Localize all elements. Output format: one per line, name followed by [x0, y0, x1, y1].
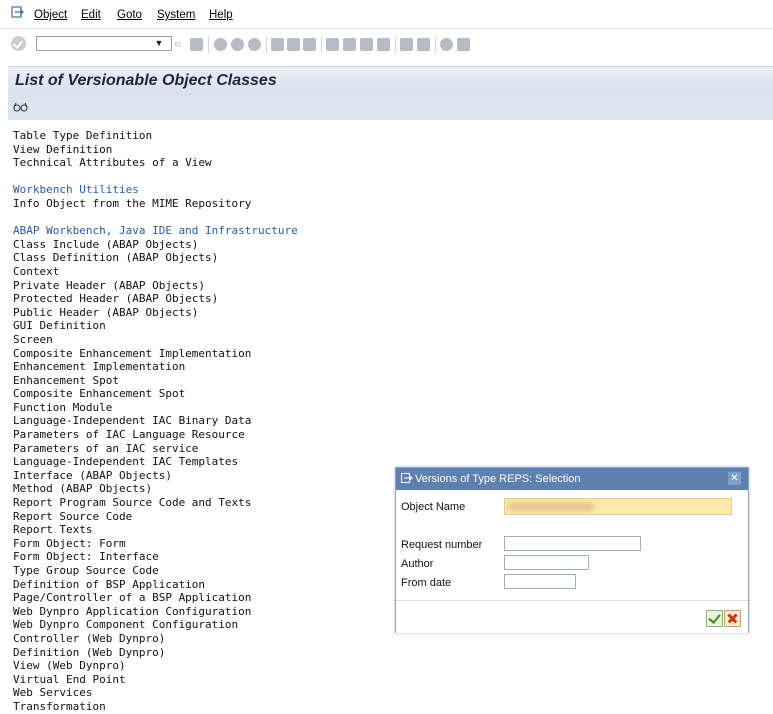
list-item[interactable]: Web Services — [13, 686, 393, 700]
author-field[interactable] — [504, 555, 589, 570]
menu-help[interactable]: Help — [209, 9, 233, 21]
list-item[interactable]: Protected Header (ABAP Objects) — [13, 292, 393, 306]
close-icon[interactable]: ✕ — [728, 472, 741, 485]
list-item[interactable]: Language-Independent IAC Binary Data — [13, 414, 393, 428]
list-item[interactable]: Web Dynpro Application Configuration — [13, 605, 393, 619]
confirm-button[interactable] — [706, 610, 723, 627]
list-item[interactable]: Interface (ABAP Objects) — [13, 469, 393, 483]
object-name-label: Object Name — [401, 501, 466, 513]
save-icon[interactable] — [190, 38, 203, 51]
list-item[interactable]: Info Object from the MIME Repository — [13, 197, 393, 211]
previous-page-icon[interactable] — [343, 38, 356, 51]
list-item[interactable]: Table Type Definition — [13, 129, 393, 143]
list-item[interactable]: View Definition — [13, 143, 393, 157]
back-icon[interactable] — [214, 38, 227, 51]
menu-icon[interactable] — [11, 6, 25, 20]
list-item[interactable]: Method (ABAP Objects) — [13, 482, 393, 496]
request-number-field[interactable] — [504, 536, 641, 551]
last-page-icon[interactable] — [377, 38, 390, 51]
page-title: List of Versionable Object Classes — [15, 72, 277, 89]
double-chevron-left-icon[interactable]: « — [174, 37, 181, 50]
from-date-field[interactable] — [504, 574, 576, 589]
display-glasses-icon[interactable] — [13, 101, 29, 113]
list-item[interactable]: View (Web Dynpro) — [13, 659, 393, 673]
list-item[interactable]: Report Source Code — [13, 510, 393, 524]
list-item[interactable]: Context — [13, 265, 393, 279]
cancel-button[interactable] — [724, 610, 741, 627]
cancel-icon[interactable] — [248, 38, 261, 51]
list-item[interactable]: Language-Independent IAC Templates — [13, 455, 393, 469]
list-item[interactable]: Report Program Source Code and Texts — [13, 496, 393, 510]
list-item[interactable]: Report Texts — [13, 523, 393, 537]
help-icon[interactable] — [440, 38, 453, 51]
list-item[interactable]: Class Definition (ABAP Objects) — [13, 251, 393, 265]
system-toolbar: ▼ « — [0, 29, 773, 59]
dialog-window-icon — [401, 473, 413, 483]
list-item[interactable]: Virtual End Point — [13, 673, 393, 687]
list-item[interactable]: Class Include (ABAP Objects) — [13, 238, 393, 252]
from-date-label: From date — [401, 577, 452, 589]
list-item[interactable]: Form Object: Form — [13, 537, 393, 551]
request-number-label: Request number — [401, 539, 483, 551]
exit-icon[interactable] — [231, 38, 244, 51]
list-item[interactable]: GUI Definition — [13, 319, 393, 333]
menu-object[interactable]: Object — [34, 9, 67, 21]
title-bar: List of Versionable Object Classes — [8, 66, 773, 95]
list-section-header[interactable]: Workbench Utilities — [13, 183, 393, 197]
list-item[interactable]: Controller (Web Dynpro) — [13, 632, 393, 646]
first-page-icon[interactable] — [326, 38, 339, 51]
menu-edit[interactable]: Edit — [81, 9, 101, 21]
find-icon[interactable] — [287, 38, 300, 51]
toolbar-separator — [208, 36, 209, 53]
list-item[interactable]: Enhancement Implementation — [13, 360, 393, 374]
list-item[interactable]: Screen — [13, 333, 393, 347]
next-page-icon[interactable] — [360, 38, 373, 51]
list-item[interactable]: Type Group Source Code — [13, 564, 393, 578]
find-next-icon[interactable] — [303, 38, 316, 51]
dialog-footer — [396, 600, 748, 633]
toolbar-separator — [266, 36, 267, 53]
application-toolbar — [8, 95, 773, 120]
list-item[interactable]: Parameters of an IAC service — [13, 442, 393, 456]
toolbar-separator — [435, 36, 436, 53]
list-item[interactable]: Page/Controller of a BSP Application — [13, 591, 393, 605]
chevron-down-icon[interactable]: ▼ — [151, 37, 167, 50]
list-item[interactable]: Form Object: Interface — [13, 550, 393, 564]
menu-bar: Object Edit Goto System Help — [0, 0, 773, 29]
list-item[interactable]: Public Header (ABAP Objects) — [13, 306, 393, 320]
toolbar-separator — [395, 36, 396, 53]
list-item[interactable]: Definition of BSP Application — [13, 578, 393, 592]
list-item[interactable]: Enhancement Spot — [13, 374, 393, 388]
list-item[interactable]: Web Dynpro Component Configuration — [13, 618, 393, 632]
shortcut-icon[interactable] — [417, 38, 430, 51]
toolbar-separator — [321, 36, 322, 53]
redacted-value — [508, 502, 594, 511]
customize-layout-icon[interactable] — [457, 38, 470, 51]
list-item[interactable]: Private Header (ABAP Objects) — [13, 279, 393, 293]
menu-system[interactable]: System — [157, 9, 195, 21]
list-section-header[interactable]: ABAP Workbench, Java IDE and Infrastruct… — [13, 224, 393, 238]
versions-selection-dialog: Versions of Type REPS: Selection ✕ Objec… — [395, 467, 749, 633]
list-item[interactable]: Composite Enhancement Implementation — [13, 347, 393, 361]
list-item[interactable]: Function Module — [13, 401, 393, 415]
new-session-icon[interactable] — [400, 38, 413, 51]
list-item[interactable]: Parameters of IAC Language Resource — [13, 428, 393, 442]
list-item[interactable]: Composite Enhancement Spot — [13, 387, 393, 401]
dialog-title: Versions of Type REPS: Selection — [415, 473, 581, 485]
object-name-field[interactable] — [504, 498, 732, 515]
list-item[interactable]: Definition (Web Dynpro) — [13, 646, 393, 660]
menu-goto[interactable]: Goto — [117, 9, 142, 21]
author-label: Author — [401, 558, 434, 570]
object-class-list: Table Type Definition View Definition Tech… — [13, 129, 393, 714]
list-item[interactable]: Transformation — [13, 700, 393, 714]
dialog-title-bar[interactable]: Versions of Type REPS: Selection ✕ — [396, 468, 748, 490]
ok-icon[interactable] — [11, 36, 26, 51]
list-item[interactable]: Technical Attributes of a View — [13, 156, 393, 170]
print-icon[interactable] — [271, 38, 284, 51]
